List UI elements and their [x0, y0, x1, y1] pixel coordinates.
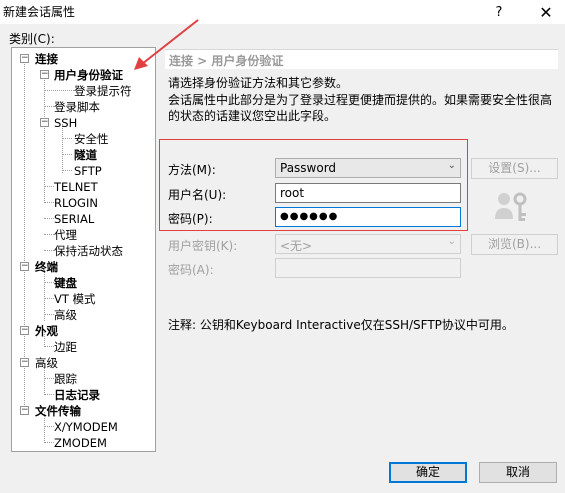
collapse-icon[interactable]: − — [20, 406, 29, 415]
tree-item-keyboard[interactable]: 键盘 — [54, 275, 77, 291]
tree-item-proxy[interactable]: 代理 — [54, 227, 77, 243]
help-button[interactable]: ? — [484, 0, 514, 24]
collapse-icon[interactable]: − — [40, 118, 49, 127]
tree-item-serial[interactable]: SERIAL — [54, 211, 94, 227]
user-key-label: 用户密钥(K): — [168, 239, 238, 253]
password-field[interactable]: ●●●●●● — [275, 207, 461, 227]
description-line-2: 会话属性中此部分是为了登录过程更便捷而提供的。如果需要安全性很高的状态的话建议您… — [168, 93, 553, 123]
chevron-down-icon: ⌄ — [447, 160, 456, 171]
tree-item-sftp[interactable]: SFTP — [74, 163, 102, 179]
collapse-icon[interactable]: − — [20, 262, 29, 271]
chevron-down-icon: ⌄ — [447, 236, 456, 247]
method-label: 方法(M): — [168, 163, 216, 177]
breadcrumb: 连接 > 用户身份验证 — [169, 54, 284, 68]
tree-item-xymodem[interactable]: X/YMODEM — [54, 419, 118, 435]
tree-item-login-prompt[interactable]: 登录提示符 — [74, 83, 132, 99]
tree-item-advanced-group[interactable]: 高级 — [35, 355, 58, 371]
tree-item-logging[interactable]: 日志记录 — [54, 387, 100, 403]
tree-item-telnet[interactable]: TELNET — [54, 179, 98, 195]
tree-item-tunnel[interactable]: 隧道 — [74, 147, 97, 163]
username-value: root — [280, 186, 305, 200]
cancel-button[interactable]: 取消 — [479, 462, 557, 483]
tree-item-rlogin[interactable]: RLOGIN — [54, 195, 98, 211]
username-field[interactable]: root — [275, 183, 461, 203]
tree-item-advanced[interactable]: 高级 — [54, 307, 77, 323]
method-value: Password — [280, 161, 337, 175]
ok-button[interactable]: 确定 — [389, 462, 467, 483]
description-line-1: 请选择身份验证方法和其它参数。 — [168, 76, 349, 90]
tree-item-login-script[interactable]: 登录脚本 — [54, 99, 100, 115]
tree-item-ssh[interactable]: SSH — [54, 115, 77, 131]
tree-item-auth[interactable]: 用户身份验证 — [54, 67, 123, 83]
user-key-select[interactable]: <无> ⌄ — [275, 234, 461, 254]
tree-item-terminal[interactable]: 终端 — [35, 259, 58, 275]
note-text: 注释: 公钥和Keyboard Interactive仅在SSH/SFTP协议中… — [168, 318, 514, 332]
password-label: 密码(P): — [168, 212, 213, 226]
collapse-icon[interactable]: − — [40, 70, 49, 79]
tree-item-trace[interactable]: 跟踪 — [54, 371, 77, 387]
category-label: 类别(C): — [9, 32, 55, 46]
tree-item-connection[interactable]: 连接 — [35, 51, 58, 67]
tree-item-margin[interactable]: 边距 — [54, 339, 77, 355]
user-key-value: <无> — [280, 239, 313, 253]
settings-button[interactable]: 设置(S)... — [471, 158, 558, 179]
method-select[interactable]: Password ⌄ — [275, 158, 461, 178]
close-button[interactable]: ✕ — [531, 0, 561, 24]
section-header: 连接 > 用户身份验证 — [165, 49, 558, 69]
passphrase-label: 密码(A): — [168, 263, 214, 277]
tree-item-security[interactable]: 安全性 — [74, 131, 109, 147]
tree-item-vt-mode[interactable]: VT 模式 — [54, 291, 96, 307]
password-value: ●●●●●● — [280, 211, 339, 222]
username-label: 用户名(U): — [168, 188, 227, 202]
tree-item-zmodem[interactable]: ZMODEM — [54, 435, 107, 451]
user-key-icon — [495, 192, 527, 221]
tree-item-appearance[interactable]: 外观 — [35, 323, 58, 339]
tree-item-file-transfer[interactable]: 文件传输 — [35, 403, 81, 419]
category-tree[interactable]: − − − − − − − 连接 用户身份验证 登录提示符 登录脚本 SSH 安… — [11, 47, 156, 452]
browse-button[interactable]: 浏览(B)... — [471, 234, 558, 255]
tree-item-keepalive[interactable]: 保持活动状态 — [54, 243, 123, 259]
window-title: 新建会话属性 — [3, 5, 76, 19]
collapse-icon[interactable]: − — [20, 54, 29, 63]
title-bar: 新建会话属性 ? ✕ — [0, 0, 565, 24]
collapse-icon[interactable]: − — [20, 358, 29, 367]
collapse-icon[interactable]: − — [20, 326, 29, 335]
passphrase-field[interactable] — [275, 258, 461, 278]
